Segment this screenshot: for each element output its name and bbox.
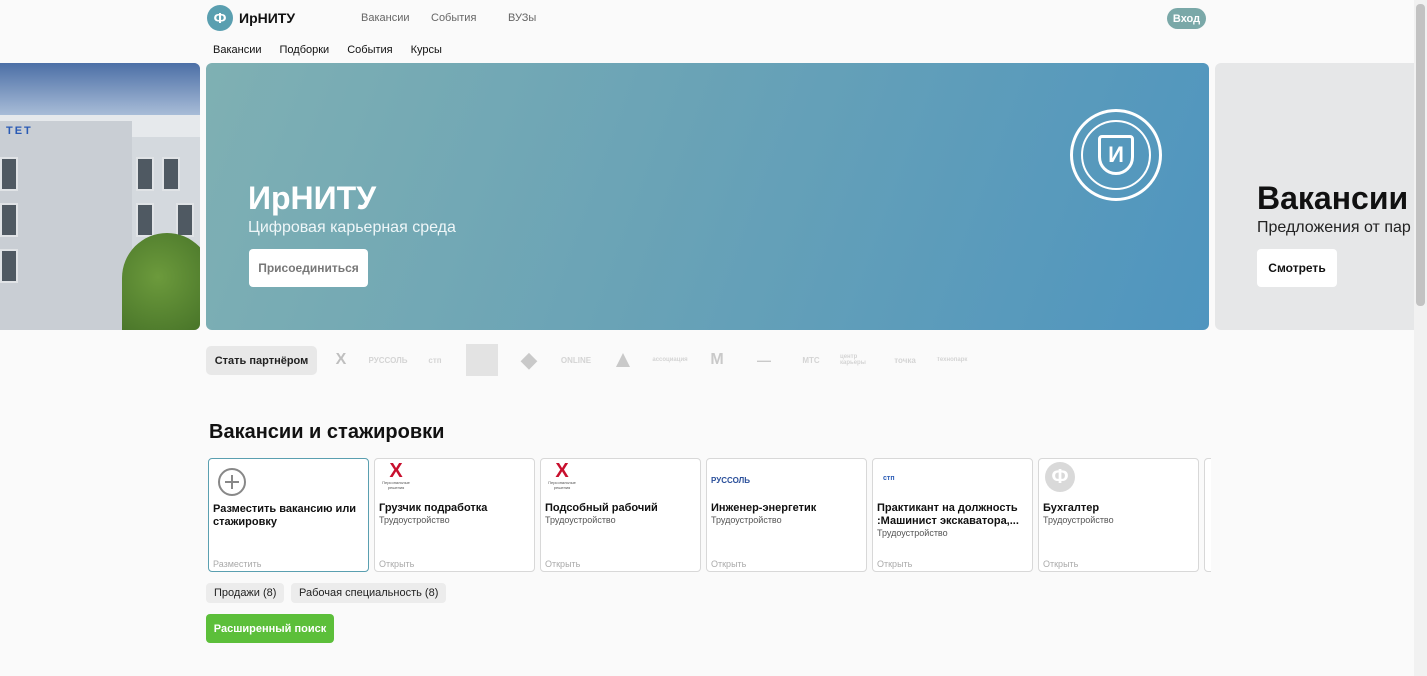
card-category: Трудоустройство — [877, 528, 948, 538]
partner-logo[interactable]: ▲ — [605, 345, 641, 375]
vacancy-card[interactable]: РУССОЛЬ Инженер-энергетик Трудоустройств… — [706, 458, 867, 572]
plus-icon — [213, 462, 247, 496]
subnav-events[interactable]: События — [347, 44, 392, 56]
window — [162, 157, 180, 191]
partner-logo[interactable]: М — [699, 345, 735, 375]
card-title: Практикант на должность :Машинист экскав… — [877, 502, 1019, 527]
card-action[interactable]: Открыть — [877, 559, 912, 569]
window — [136, 157, 154, 191]
slide-subtitle: Цифровая карьерная среда — [248, 219, 456, 236]
site-logo[interactable]: Ф ИрНИТУ — [207, 5, 295, 31]
sub-nav: Вакансии Подборки События Курсы — [213, 44, 460, 56]
partner-logo[interactable]: МТС — [793, 345, 829, 375]
partner-logo[interactable]: точка — [887, 345, 923, 375]
card-category: Трудоустройство — [379, 515, 450, 525]
partner-logo[interactable]: ассоциация — [652, 345, 688, 375]
card-title: Разместить вакансию или стажировку — [213, 503, 357, 528]
vacancy-card[interactable]: Х Персональные решения Грузчик подработк… — [374, 458, 535, 572]
partner-logo[interactable]: ◆ — [511, 345, 547, 375]
carousel-slide-main: ИрНИТУ Цифровая карьерная среда Присоеди… — [206, 63, 1209, 330]
window — [0, 249, 18, 283]
company-logo-icon: РУССОЛЬ — [711, 476, 750, 485]
company-logo-icon: Ф — [1043, 462, 1077, 494]
header: Ф ИрНИТУ Вакансии События ВУЗы Вход — [0, 0, 1427, 36]
partner-logo[interactable]: — — [746, 345, 782, 375]
advanced-search-button[interactable]: Расширенный поиск — [206, 614, 334, 643]
vacancy-cards: Разместить вакансию или стажировку Разме… — [208, 458, 1211, 572]
top-nav: Вакансии События ВУЗы — [361, 12, 536, 24]
partner-logo-image — [466, 344, 498, 376]
slide-photo-sky — [0, 63, 200, 123]
nav-vacancies[interactable]: Вакансии — [361, 12, 431, 24]
page-scrollbar[interactable] — [1414, 0, 1427, 676]
nav-universities[interactable]: ВУЗы — [508, 12, 536, 24]
vacancy-card[interactable] — [1204, 458, 1211, 572]
tree — [122, 233, 200, 330]
become-partner-button[interactable]: Стать партнёром — [206, 346, 317, 375]
partner-logo[interactable]: центр карьеры — [840, 345, 876, 375]
company-logo-icon: Х Персональные решения — [382, 460, 410, 490]
slide-next-title: Вакансии — [1257, 180, 1409, 216]
slide-next-subtitle: Предложения от пар — [1257, 219, 1411, 236]
partner-logo[interactable]: стп — [417, 345, 453, 375]
card-action[interactable]: Открыть — [545, 559, 580, 569]
window — [0, 157, 18, 191]
post-vacancy-card[interactable]: Разместить вакансию или стажировку Разме… — [208, 458, 369, 572]
partner-logo[interactable]: РУССОЛЬ — [369, 345, 408, 375]
login-button[interactable]: Вход — [1167, 8, 1206, 29]
logo-icon: Ф — [207, 5, 233, 31]
vacancy-card[interactable]: Ф Бухгалтер Трудоустройство Открыть — [1038, 458, 1199, 572]
nav-events[interactable]: События — [431, 12, 508, 24]
tag-sales[interactable]: Продажи (8) — [206, 583, 285, 603]
scrollbar-thumb[interactable] — [1416, 4, 1425, 306]
card-category: Трудоустройство — [1043, 515, 1114, 525]
building-sign: ТЕТ — [6, 125, 33, 137]
card-title: Бухгалтер — [1043, 502, 1100, 514]
card-category: Трудоустройство — [711, 515, 782, 525]
partner-logo[interactable]: Технопарк — [934, 345, 970, 375]
card-title: Инженер-энергетик — [711, 502, 817, 514]
card-title: Подсобный рабочий — [545, 502, 658, 514]
window — [0, 203, 18, 237]
vacancy-card[interactable]: Х Персональные решения Подсобный рабочий… — [540, 458, 701, 572]
slide-photo-building — [0, 121, 132, 330]
join-button[interactable]: Присоединиться — [249, 249, 368, 287]
card-category: Трудоустройство — [545, 515, 616, 525]
vacancy-card[interactable]: стп Практикант на должность :Машинист эк… — [872, 458, 1033, 572]
card-title: Грузчик подработка — [379, 502, 488, 514]
subnav-collections[interactable]: Подборки — [280, 44, 330, 56]
card-action[interactable]: Разместить — [213, 559, 261, 569]
window — [176, 203, 194, 237]
subnav-vacancies[interactable]: Вакансии — [213, 44, 262, 56]
view-button[interactable]: Смотреть — [1257, 249, 1337, 287]
tag-blue-collar[interactable]: Рабочая специальность (8) — [291, 583, 447, 603]
card-action[interactable]: Открыть — [1043, 559, 1078, 569]
card-action[interactable]: Открыть — [379, 559, 414, 569]
company-logo-icon: Х Персональные решения — [548, 460, 576, 490]
slide-title: ИрНИТУ — [248, 180, 377, 216]
partner-logo[interactable]: Х — [323, 345, 359, 375]
subnav-courses[interactable]: Курсы — [411, 44, 442, 56]
partner-logo[interactable]: ONLINE — [558, 345, 594, 375]
card-action[interactable]: Открыть — [711, 559, 746, 569]
window — [136, 203, 154, 237]
logo-text: ИрНИТУ — [239, 10, 296, 26]
emblem-shield: И — [1098, 135, 1134, 175]
carousel-slide-next[interactable]: Вакансии Предложения от пар Смотреть — [1215, 63, 1427, 330]
partner-logo[interactable] — [464, 344, 500, 376]
university-emblem-icon: И — [1070, 109, 1162, 201]
carousel-slide-prev[interactable]: ТЕТ — [0, 63, 200, 330]
section-title: Вакансии и стажировки — [209, 421, 445, 443]
company-logo-icon: стп — [883, 475, 895, 482]
partner-logos: Х РУССОЛЬ стп ◆ ONLINE ▲ ассоциация М — … — [323, 342, 981, 378]
